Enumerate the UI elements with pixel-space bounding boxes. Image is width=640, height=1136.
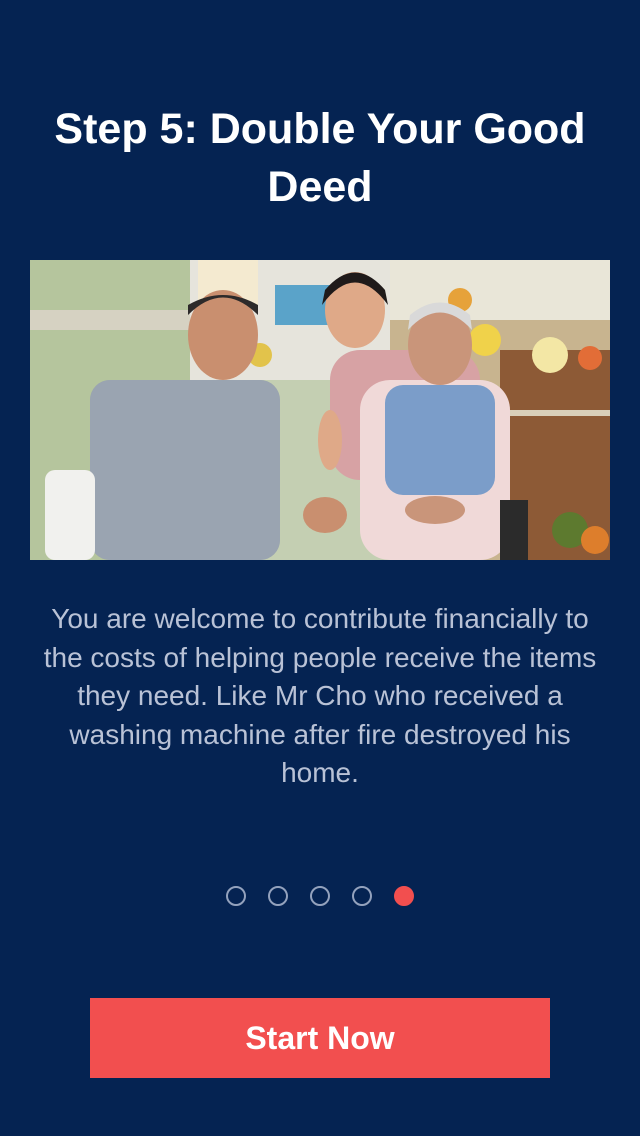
page-dot-3[interactable] — [310, 886, 330, 906]
page-dot-4[interactable] — [352, 886, 372, 906]
hero-photo — [30, 260, 610, 560]
page-dot-1[interactable] — [226, 886, 246, 906]
start-now-button[interactable]: Start Now — [90, 998, 550, 1078]
page-dot-5[interactable] — [394, 886, 414, 906]
page-indicator — [0, 886, 640, 908]
step-description: You are welcome to contribute financiall… — [43, 603, 597, 788]
page-title: Step 5: Double Your Good Deed — [54, 105, 586, 211]
page-dot-2[interactable] — [268, 886, 288, 906]
